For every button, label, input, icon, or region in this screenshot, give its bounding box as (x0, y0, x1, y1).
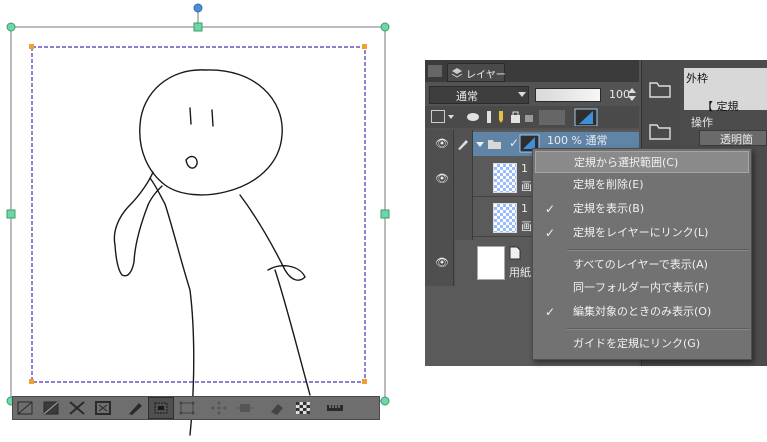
panel-menu-icon[interactable] (428, 65, 442, 77)
frame-border (31, 46, 366, 383)
eye-icon[interactable]: 👁 (435, 172, 449, 185)
layer-thumbnail (493, 163, 517, 193)
menu-item-label: 編集対象のときのみ表示(O) (573, 305, 712, 318)
paper-icon (509, 246, 521, 260)
chevron-down-icon (518, 92, 526, 97)
check-icon: ✓ (545, 305, 556, 319)
outer-frame-label: 外枠 (686, 72, 708, 85)
scale-icon[interactable] (233, 398, 257, 418)
handle-top-middle[interactable] (193, 22, 203, 32)
eye-icon[interactable]: 👁 (435, 137, 449, 150)
blend-mode-value: 通常 (456, 90, 478, 103)
handle-top-right[interactable] (380, 22, 390, 32)
layer-color-icon[interactable] (431, 110, 445, 123)
blend-mode-select[interactable]: 通常 (429, 86, 529, 104)
paper-thumbnail (477, 246, 505, 280)
layer-name: 1 (521, 162, 528, 175)
folder-icon[interactable] (649, 80, 671, 98)
menu-item-label: 定規を表示(B) (573, 202, 645, 215)
menu-item-label: 定規から選択範囲(C) (574, 156, 679, 169)
eraser-icon[interactable] (265, 398, 289, 418)
teiki-label: 【 定規 (702, 100, 739, 113)
frame-corner-tr[interactable] (362, 44, 367, 49)
chevron-down-icon (628, 96, 636, 101)
chevron-up-icon (628, 88, 636, 93)
outer-frame-box: 外枠 【 定規 (684, 68, 767, 113)
handle-left-middle[interactable] (6, 209, 16, 219)
ref-layer-icon[interactable] (487, 111, 491, 123)
menu-item-show-editing-only[interactable]: ✓ 編集対象のときのみ表示(O) (533, 301, 751, 323)
layer-toolbar-icons (467, 108, 598, 126)
draft-icon[interactable] (499, 111, 503, 123)
lock-icon[interactable] (511, 115, 520, 123)
menu-item-show-all-layers[interactable]: すべてのレイヤーで表示(A) (533, 254, 751, 276)
lock-transparent-icon[interactable] (525, 115, 533, 122)
context-menu: 定規から選択範囲(C) 定規を削除(E) ✓ 定規を表示(B) ✓ 定規をレイヤ… (532, 148, 752, 360)
layer-thumbnail (493, 203, 517, 233)
frame-toolbar (12, 396, 380, 420)
folder-icon[interactable] (649, 122, 671, 140)
menu-item-label: 定規を削除(E) (573, 178, 644, 191)
transparent-button[interactable]: 透明箇 (699, 130, 767, 146)
check-icon: ✓ (545, 202, 556, 216)
menu-item-selection-from-ruler[interactable]: 定規から選択範囲(C) (535, 151, 749, 173)
frame-corner-tl[interactable] (29, 44, 34, 49)
pen-icon[interactable] (456, 137, 470, 151)
transform-frame (10, 26, 386, 402)
handle-right-middle[interactable] (380, 209, 390, 219)
menu-item-link-guide-to-ruler[interactable]: ガイドを定規にリンク(G) (533, 333, 751, 355)
menu-item-link-ruler-to-layer[interactable]: ✓ 定規をレイヤーにリンク(L) (533, 222, 751, 244)
folder-layer-info: 100 % 通常 (547, 134, 608, 147)
perspective-frame-icon[interactable] (175, 398, 199, 418)
expand-arrow-icon[interactable] (476, 142, 484, 147)
checker-icon[interactable] (291, 398, 315, 418)
mask-icon[interactable] (539, 110, 565, 125)
transparent-label: 透明箇 (720, 133, 753, 146)
hide-frame-icon[interactable] (13, 398, 37, 418)
menu-item-label: 同一フォルダー内で表示(F) (573, 281, 709, 294)
menu-item-show-same-folder[interactable]: 同一フォルダー内で表示(F) (533, 277, 751, 299)
handle-bottom-right[interactable] (380, 396, 390, 406)
layer-sub: 画 (521, 220, 532, 233)
clip-icon[interactable] (467, 113, 479, 121)
paper-layer-name: 用紙 (509, 266, 531, 279)
tab-layer[interactable]: レイヤー (447, 63, 506, 82)
layer-name: 1 (521, 202, 528, 215)
opacity-stepper[interactable] (627, 87, 637, 103)
canvas-area[interactable] (0, 0, 420, 442)
select-frame-icon[interactable] (148, 397, 174, 419)
menu-item-show-ruler[interactable]: ✓ 定規を表示(B) (533, 198, 751, 220)
operation-label: 操作 (691, 116, 713, 129)
fill-frame-icon[interactable] (39, 398, 63, 418)
check-icon: ✓ (509, 136, 520, 150)
check-icon: ✓ (545, 226, 556, 240)
opacity-slider[interactable] (535, 88, 601, 102)
layer-tab-icon (451, 68, 463, 78)
frame-corner-br[interactable] (362, 379, 367, 384)
menu-separator (567, 249, 749, 251)
frame-corner-bl[interactable] (29, 379, 34, 384)
fit-frame-icon[interactable] (91, 398, 115, 418)
tab-layer-label: レイヤー (466, 70, 506, 81)
menu-item-label: 定規をレイヤーにリンク(L) (573, 226, 709, 239)
menu-item-delete-ruler[interactable]: 定規を削除(E) (533, 174, 751, 196)
chevron-down-icon[interactable] (448, 115, 454, 119)
folder-icon (488, 140, 501, 149)
menu-item-label: すべてのレイヤーで表示(A) (573, 258, 708, 271)
shrink-frame-icon[interactable] (65, 398, 89, 418)
dots-icon[interactable] (207, 398, 231, 418)
layer-sub: 画 (521, 180, 532, 193)
pen-ruler-icon[interactable] (123, 398, 147, 418)
menu-item-label: ガイドを定規にリンク(G) (573, 337, 701, 350)
ruler-icon[interactable] (323, 398, 347, 418)
sketch-drawing (113, 69, 311, 436)
handle-top-left[interactable] (6, 22, 16, 32)
eye-icon[interactable]: 👁 (435, 256, 449, 269)
menu-separator (567, 328, 749, 330)
rotate-handle[interactable] (193, 3, 203, 13)
